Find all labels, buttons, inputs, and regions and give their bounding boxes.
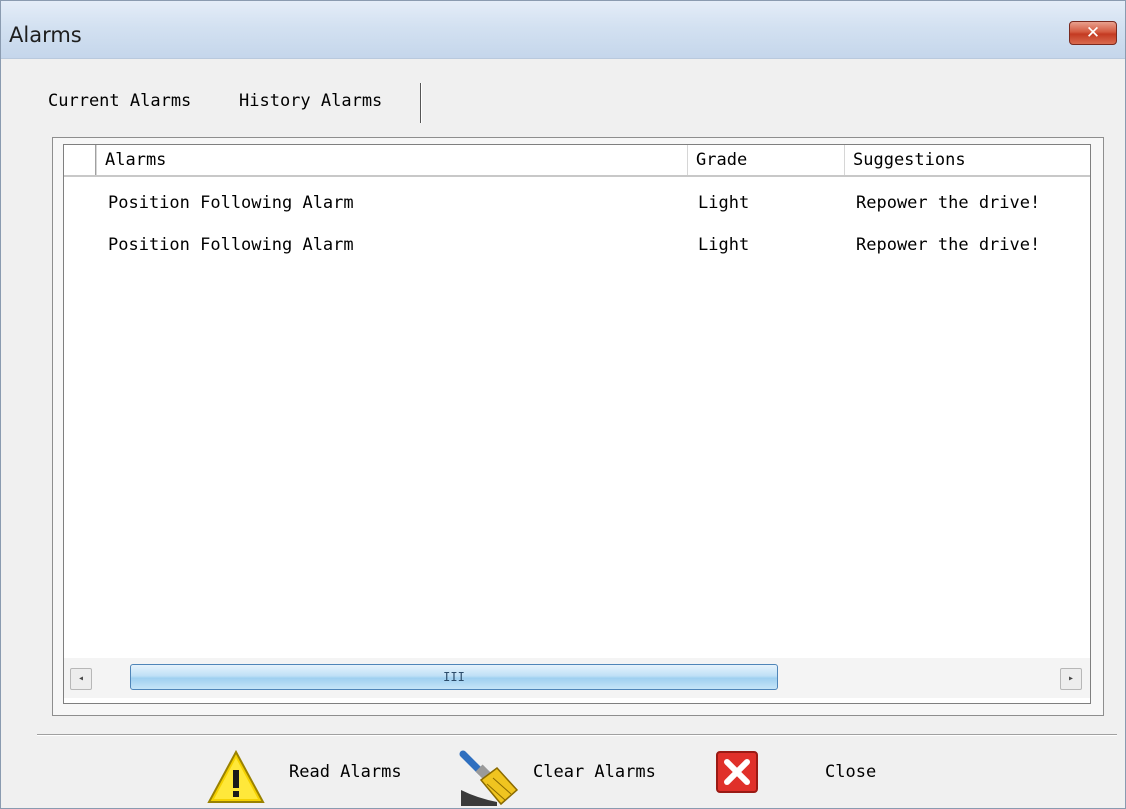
header-suggestions[interactable]: Suggestions [844,145,1092,175]
tab-current-alarms[interactable]: Current Alarms [48,87,191,115]
scroll-right-button[interactable]: ▸ [1060,668,1082,690]
clear-alarms-button[interactable]: Clear Alarms [453,746,693,806]
clear-alarms-label: Clear Alarms [533,762,656,782]
alarms-list[interactable]: Alarms Grade Suggestions Position Follow… [63,144,1091,704]
alarm-grade: Light [698,193,750,213]
read-alarms-label: Read Alarms [289,762,402,782]
brush-icon [459,750,519,806]
header-grade[interactable]: Grade [687,145,844,175]
alarm-name: Position Following Alarm [108,235,354,255]
alarms-window: Alarms ✕ Current Alarms History Alarms A… [0,0,1126,809]
footer-divider [37,734,1117,736]
close-label: Close [825,762,877,782]
window-title: Alarms [9,23,82,47]
close-button[interactable]: Close [713,746,893,806]
red-x-icon [716,751,758,793]
table-row[interactable]: Position Following Alarm Light Repower t… [64,225,1090,265]
window-close-button[interactable]: ✕ [1069,21,1117,45]
list-header: Alarms Grade Suggestions [64,145,1090,177]
header-select-column[interactable] [64,145,96,175]
read-alarms-button[interactable]: Read Alarms [201,746,431,806]
tab-separator [420,83,422,123]
header-alarms[interactable]: Alarms [96,145,687,175]
tab-history-alarms[interactable]: History Alarms [239,87,382,115]
scroll-thumb[interactable]: III [130,664,778,690]
warning-icon [207,750,265,803]
alarm-grade: Light [698,235,750,255]
table-row[interactable]: Position Following Alarm Light Repower t… [64,183,1090,223]
title-bar[interactable]: Alarms ✕ [1,1,1125,59]
scroll-left-button[interactable]: ◂ [70,668,92,690]
alarm-name: Position Following Alarm [108,193,354,213]
alarm-suggestion: Repower the drive! [856,235,1041,255]
alarm-suggestion: Repower the drive! [856,193,1041,213]
horizontal-scrollbar[interactable]: ◂ III ▸ [64,658,1090,698]
